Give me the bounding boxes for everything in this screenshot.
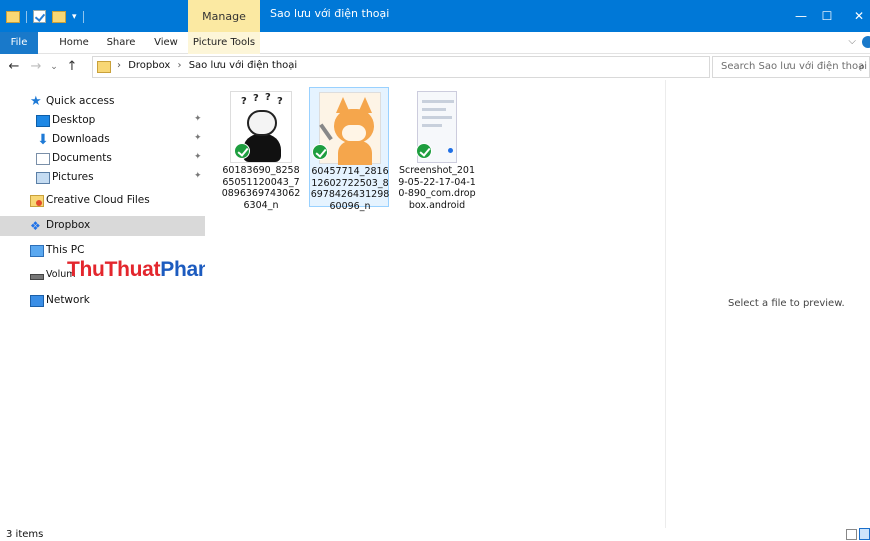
- sidebar-item-label: This PC: [46, 244, 85, 256]
- network-icon: [30, 295, 44, 307]
- pin-icon[interactable]: ✦: [194, 171, 202, 181]
- back-arrow-icon[interactable]: ←: [6, 57, 22, 77]
- question-mark: ?: [265, 92, 271, 103]
- sidebar-item-desktop[interactable]: Desktop ✦: [0, 111, 205, 131]
- breadcrumb-current[interactable]: Sao lưu với điện thoại: [189, 60, 297, 71]
- window-title: Sao lưu với điện thoại: [270, 7, 390, 20]
- preview-pane: Select a file to preview.: [665, 80, 870, 528]
- details-view-icon[interactable]: [846, 529, 857, 540]
- fox-thumbnail-icon: [319, 92, 381, 165]
- screenshot-line: [422, 108, 446, 111]
- figure-face: [247, 110, 277, 136]
- file-item[interactable]: Screenshot_2019-05-22-17-04-10-890_com.d…: [397, 87, 477, 211]
- stick-shape: [319, 123, 333, 141]
- toolbar-divider: [26, 10, 27, 23]
- search-icon: ⌕: [859, 60, 866, 73]
- breadcrumb-dropbox[interactable]: Dropbox: [128, 60, 170, 71]
- computer-icon: [30, 245, 44, 257]
- sidebar-item-label: Pictures: [52, 171, 94, 183]
- download-arrow-icon: ⬇: [37, 132, 49, 148]
- tab-file[interactable]: File: [0, 32, 38, 54]
- quick-access-toolbar: ▾: [6, 10, 84, 23]
- title-bar: ▾ Manage Sao lưu với điện thoại — ☐ ✕: [0, 0, 870, 32]
- search-input[interactable]: Search Sao lưu với điện thoại ⌕: [712, 56, 870, 78]
- fox-muzzle: [342, 125, 366, 141]
- sidebar-item-downloads[interactable]: ⬇ Downloads ✦: [0, 130, 205, 150]
- address-bar[interactable]: › Dropbox › Sao lưu với điện thoại ⌵ ↻: [92, 56, 796, 78]
- tab-share[interactable]: Share: [100, 32, 142, 54]
- document-icon: [36, 153, 50, 165]
- ribbon-tab-row: File Home Share View Picture Tools ⌵: [0, 32, 870, 54]
- chevron-down-icon[interactable]: ⌵: [848, 36, 856, 47]
- pictures-icon: [36, 172, 50, 184]
- tab-view[interactable]: View: [146, 32, 186, 54]
- breadcrumb-separator: ›: [117, 60, 121, 71]
- sidebar-item-documents[interactable]: Documents ✦: [0, 149, 205, 169]
- sidebar-item-label: Desktop: [52, 114, 96, 126]
- sync-check-icon: [416, 143, 432, 159]
- question-mark: ?: [241, 96, 247, 107]
- screenshot-line: [422, 100, 454, 103]
- preview-message: Select a file to preview.: [728, 298, 845, 309]
- sidebar-item-label: Quick access: [46, 95, 115, 107]
- file-name: 60183690_825865051120043_708963697430626…: [221, 165, 301, 211]
- tab-picture-tools[interactable]: Picture Tools: [188, 32, 260, 54]
- pin-icon[interactable]: ✦: [194, 114, 202, 124]
- item-count: 3 items: [6, 529, 44, 540]
- up-arrow-icon[interactable]: ↑: [64, 57, 80, 77]
- large-icons-view-icon[interactable]: [859, 528, 870, 540]
- file-item[interactable]: ? ? ? ? 60183690_825865051120043_7089636…: [221, 87, 301, 211]
- file-item[interactable]: 60457714_281612602722503_869784264312986…: [309, 87, 389, 212]
- sidebar-item-label: Creative Cloud Files: [46, 194, 150, 206]
- new-folder-icon[interactable]: [52, 10, 66, 23]
- sync-check-icon: [234, 143, 250, 159]
- creative-cloud-icon: [30, 195, 44, 207]
- file-name: 60457714_281612602722503_869784264312986…: [310, 166, 390, 212]
- tab-home[interactable]: Home: [52, 32, 96, 54]
- customize-toolbar-icon[interactable]: ▾: [72, 12, 77, 22]
- tab-manage[interactable]: Manage: [188, 0, 260, 32]
- breadcrumb-separator: ›: [177, 60, 182, 71]
- file-list: ? ? ? ? 60183690_825865051120043_7089636…: [205, 80, 665, 528]
- sidebar-item-pictures[interactable]: Pictures ✦: [0, 168, 205, 188]
- drive-icon: [30, 274, 44, 280]
- screenshot-line: [422, 116, 452, 119]
- desktop-icon: [36, 115, 50, 127]
- help-icon[interactable]: [862, 36, 870, 48]
- recent-locations-icon[interactable]: ⌄: [46, 57, 62, 77]
- folder-icon: [97, 61, 111, 73]
- sidebar-item-label: Documents: [52, 152, 112, 164]
- dropbox-icon: ❖: [30, 219, 41, 233]
- folder-icon[interactable]: [6, 10, 20, 23]
- navigation-pane: ★ Quick access Desktop ✦ ⬇ Downloads ✦ D…: [0, 80, 205, 528]
- sidebar-item-label: Dropbox: [46, 219, 91, 231]
- navigation-bar: ← → ⌄ ↑ › Dropbox › Sao lưu với điện tho…: [0, 55, 870, 79]
- screenshot-dot: [448, 148, 453, 153]
- close-button[interactable]: ✕: [836, 0, 870, 32]
- search-placeholder: Search Sao lưu với điện thoại: [721, 61, 868, 72]
- pin-icon[interactable]: ✦: [194, 152, 202, 162]
- question-mark: ?: [253, 93, 259, 104]
- fox-body: [338, 141, 372, 165]
- star-icon: ★: [30, 94, 42, 109]
- properties-icon[interactable]: [33, 10, 46, 23]
- screenshot-line: [422, 124, 442, 127]
- sidebar-item-label: Downloads: [52, 133, 110, 145]
- toolbar-divider: [82, 10, 84, 23]
- sidebar-item-network[interactable]: Network: [0, 291, 205, 311]
- sync-check-icon: [312, 144, 328, 160]
- sidebar-item-label: Network: [46, 294, 90, 306]
- sidebar-item-dropbox[interactable]: ❖ Dropbox: [0, 216, 205, 236]
- breadcrumb: › Dropbox › Sao lưu với điện thoại: [117, 60, 301, 71]
- sidebar-item-quick-access[interactable]: ★ Quick access: [0, 92, 205, 112]
- file-name: Screenshot_2019-05-22-17-04-10-890_com.d…: [398, 165, 476, 211]
- forward-arrow-icon[interactable]: →: [28, 57, 44, 77]
- watermark-part-1: ThuThuat: [67, 258, 161, 281]
- pin-icon[interactable]: ✦: [194, 133, 202, 143]
- sidebar-item-creative-cloud[interactable]: Creative Cloud Files: [0, 191, 205, 211]
- question-mark: ?: [277, 96, 283, 107]
- status-bar: 3 items: [0, 528, 870, 541]
